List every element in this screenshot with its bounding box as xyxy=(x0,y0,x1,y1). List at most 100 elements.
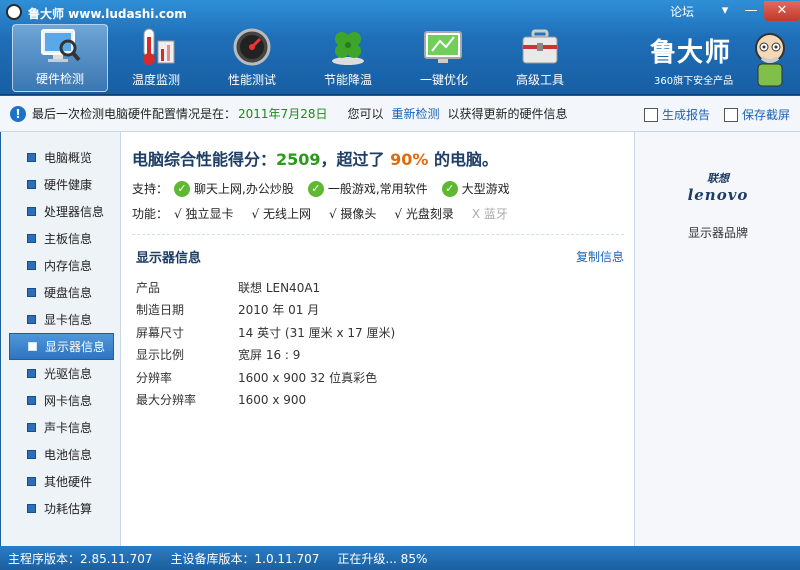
score-mid: ，超过了 xyxy=(320,150,385,169)
tool-performance[interactable]: 性能测试 xyxy=(204,24,300,92)
tool-hardware-detect[interactable]: 硬件检测 xyxy=(12,24,108,92)
tool-label: 一键优化 xyxy=(419,73,468,87)
sidebar-item-label: 硬件健康 xyxy=(44,178,93,192)
info-value: 宽屏 16 : 9 xyxy=(238,348,301,363)
sidebar-item-label: 主板信息 xyxy=(44,232,93,246)
tool-label: 硬件检测 xyxy=(35,72,84,86)
info-suffix-text: 以获得更新的硬件信息 xyxy=(447,107,568,121)
bullet-icon xyxy=(27,369,36,378)
mascot-icon xyxy=(750,30,790,88)
status-bar: 主程序版本：2.85.11.707 主设备库版本：1.0.11.707 正在升级… xyxy=(0,546,800,570)
sidebar-item-label: 电池信息 xyxy=(44,448,93,462)
generate-report-button[interactable]: 生成报告 xyxy=(643,106,710,123)
function-item: √ 光盘刻录 xyxy=(394,207,454,221)
sidebar-item-gpu[interactable]: 显卡信息 xyxy=(9,306,114,333)
sidebar-item-disk[interactable]: 硬盘信息 xyxy=(9,279,114,306)
db-version: 主设备库版本：1.0.11.707 xyxy=(170,551,320,566)
main-area: 电脑概览 硬件健康 处理器信息 主板信息 内存信息 硬盘信息 显卡信息 显示器信… xyxy=(0,132,800,546)
last-check-date: 2011年7月28日 xyxy=(238,107,328,121)
sidebar-item-memory[interactable]: 内存信息 xyxy=(9,252,114,279)
bullet-icon xyxy=(27,234,36,243)
main-toolbar: 硬件检测 温度监测 性能测试 节能降温 一键优化 高级工具 xyxy=(12,24,588,92)
info-row: 显示比例 宽屏 16 : 9 xyxy=(136,344,624,367)
sidebar-item-monitor[interactable]: 显示器信息 xyxy=(9,333,114,360)
info-icon: ! xyxy=(10,105,26,122)
sidebar-item-health[interactable]: 硬件健康 xyxy=(9,171,114,198)
bullet-icon xyxy=(27,477,36,486)
support-item-label: 一般游戏,常用软件 xyxy=(327,182,428,196)
sidebar-item-label: 处理器信息 xyxy=(44,205,105,219)
sidebar-item-sound[interactable]: 声卡信息 xyxy=(9,414,114,441)
sidebar-item-optical[interactable]: 光驱信息 xyxy=(9,360,114,387)
sidebar-item-battery[interactable]: 电池信息 xyxy=(9,441,114,468)
bullet-icon xyxy=(27,504,36,513)
tool-label: 节能降温 xyxy=(323,73,372,87)
app-title: 鲁大师 www.ludashi.com xyxy=(28,7,187,21)
bullet-icon xyxy=(27,396,36,405)
save-screenshot-label: 保存截屏 xyxy=(741,108,790,122)
sidebar-item-label: 网卡信息 xyxy=(44,394,93,408)
support-item: ✓ 大型游戏 xyxy=(441,180,510,197)
info-key: 产品 xyxy=(136,280,161,295)
support-item-label: 聊天上网,办公炒股 xyxy=(194,182,294,196)
sidebar-item-power[interactable]: 功耗估算 xyxy=(9,495,114,522)
support-item: ✓ 聊天上网,办公炒股 xyxy=(174,180,294,197)
support-item-label: 大型游戏 xyxy=(461,182,510,196)
function-item: √ 摄像头 xyxy=(328,207,377,221)
sidebar-item-motherboard[interactable]: 主板信息 xyxy=(9,225,114,252)
camera-icon xyxy=(723,107,738,122)
info-key: 屏幕尺寸 xyxy=(136,325,185,340)
support-row: 支持： ✓ 聊天上网,办公炒股 ✓ 一般游戏,常用软件 ✓ 大型游戏 xyxy=(132,180,624,197)
last-check-prefix: 最后一次检测电脑硬件配置情况是在： xyxy=(32,107,237,121)
bullet-icon xyxy=(27,261,36,270)
window-controls: 论坛 ▾ — ✕ xyxy=(670,0,800,22)
function-row: 功能： √ 独立显卡 √ 无线上网 √ 摄像头 √ 光盘刻录 X 蓝牙 xyxy=(132,205,624,235)
speedometer-icon xyxy=(230,27,274,67)
lenovo-logo: 联想 lenovo xyxy=(635,170,800,204)
recheck-link[interactable]: 重新检测 xyxy=(391,105,439,122)
score-line: 电脑综合性能得分：2509，超过了 90% 的电脑。 xyxy=(132,146,624,170)
bullet-icon xyxy=(27,450,36,459)
tool-one-click-optimize[interactable]: 一键优化 xyxy=(396,24,492,92)
sidebar-item-label: 显示器信息 xyxy=(45,340,106,354)
bullet-icon xyxy=(28,342,37,351)
tool-energy-saving[interactable]: 节能降温 xyxy=(300,24,396,92)
bullet-icon xyxy=(27,288,36,297)
tool-temperature[interactable]: 温度监测 xyxy=(108,24,204,92)
sidebar-item-other[interactable]: 其他硬件 xyxy=(9,468,114,495)
clover-icon xyxy=(326,27,370,67)
info-value: 1600 x 900 32 位真彩色 xyxy=(238,370,378,385)
info-actions: 生成报告 保存截屏 xyxy=(630,106,790,123)
bullet-icon xyxy=(27,423,36,432)
menu-dropdown-button[interactable]: ▾ xyxy=(712,1,738,21)
info-value: 1600 x 900 xyxy=(238,392,307,407)
sidebar-item-cpu[interactable]: 处理器信息 xyxy=(9,198,114,225)
info-key: 分辨率 xyxy=(136,370,173,385)
info-key: 最大分辨率 xyxy=(136,393,197,408)
tool-label: 性能测试 xyxy=(227,73,276,87)
sidebar-item-label: 声卡信息 xyxy=(44,421,93,435)
info-mid-text: 您可以 xyxy=(347,107,384,121)
sidebar-item-label: 硬盘信息 xyxy=(44,286,93,300)
support-item: ✓ 一般游戏,常用软件 xyxy=(307,180,428,197)
sidebar-item-overview[interactable]: 电脑概览 xyxy=(9,144,114,171)
info-row: 分辨率 1600 x 900 32 位真彩色 xyxy=(136,366,624,389)
brand-caption: 显示器品牌 xyxy=(687,226,748,240)
copy-info-link[interactable]: 复制信息 xyxy=(576,248,624,265)
info-value: 联想 LEN40A1 xyxy=(238,280,321,295)
forum-link[interactable]: 论坛 xyxy=(670,3,694,20)
support-label: 支持： xyxy=(132,182,169,196)
info-row: 最大分辨率 1600 x 900 xyxy=(136,389,624,412)
function-item-disabled: X 蓝牙 xyxy=(471,207,508,221)
upgrade-status: 正在升级... 85% xyxy=(337,551,428,566)
save-screenshot-button[interactable]: 保存截屏 xyxy=(723,106,790,123)
sidebar-item-network[interactable]: 网卡信息 xyxy=(9,387,114,414)
tool-advanced-tools[interactable]: 高级工具 xyxy=(492,24,588,92)
info-value: 2010 年 01 月 xyxy=(238,303,320,318)
close-button[interactable]: ✕ xyxy=(764,1,800,21)
title-bar: 鲁大师 www.ludashi.com 论坛 ▾ — ✕ xyxy=(0,0,800,24)
minimize-button[interactable]: — xyxy=(738,1,764,21)
header: 鲁大师 www.ludashi.com 论坛 ▾ — ✕ 硬件检测 温度监测 性… xyxy=(0,0,800,95)
main-version: 主程序版本：2.85.11.707 xyxy=(8,551,153,566)
info-value: 14 英寸 (31 厘米 x 17 厘米) xyxy=(238,325,396,340)
